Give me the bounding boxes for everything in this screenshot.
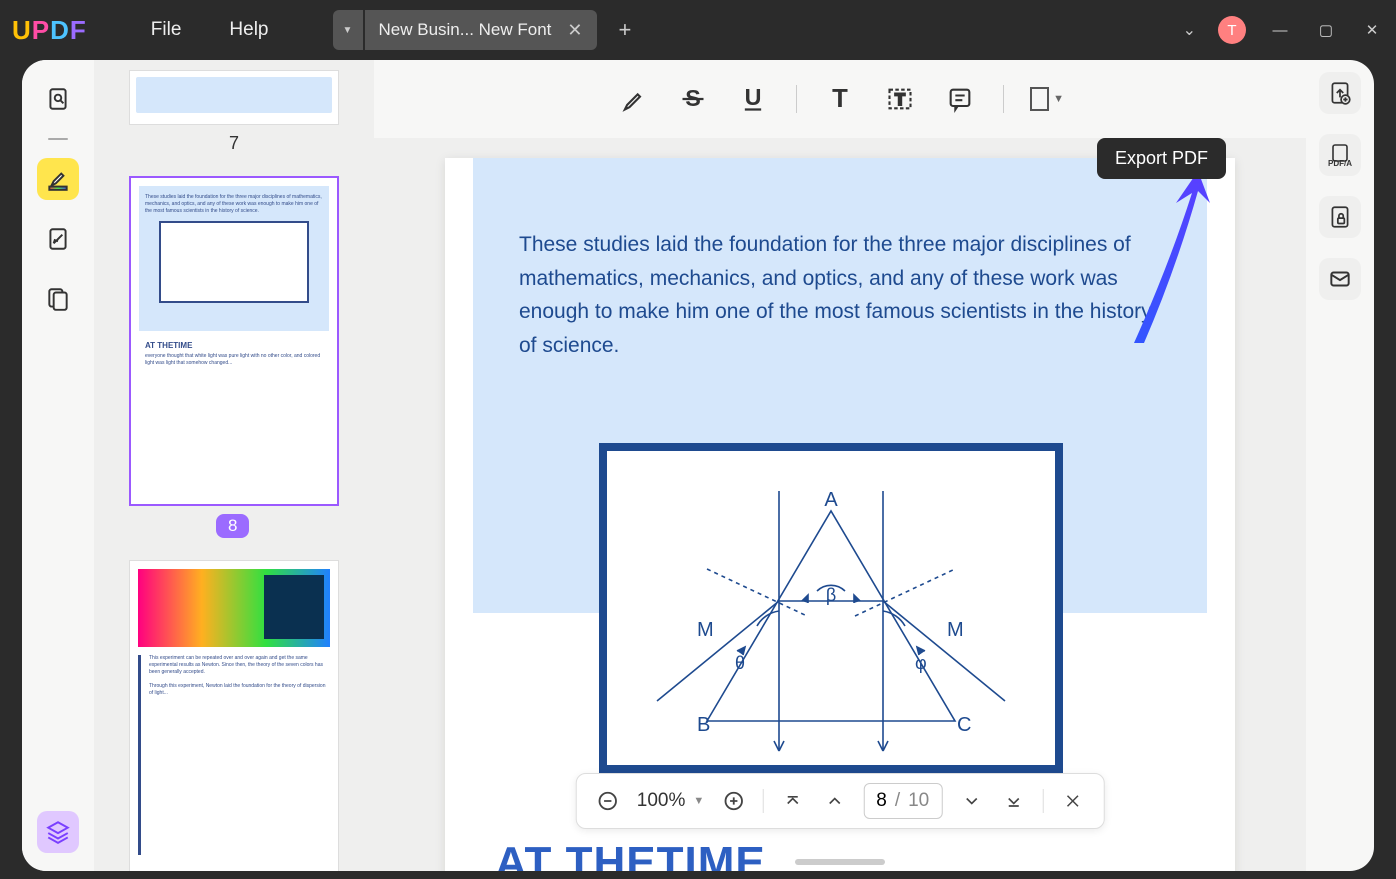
left-rail	[22, 60, 94, 871]
annotation-toolbar: S U T T ▼	[374, 60, 1306, 138]
strikethrough-tool[interactable]: S	[676, 82, 710, 116]
tab-title: New Busin... New Font	[379, 20, 552, 40]
pdf-page: These studies laid the foundation for th…	[445, 158, 1235, 871]
right-rail: PDF/A	[1306, 60, 1374, 871]
menu-help[interactable]: Help	[205, 19, 292, 41]
paragraph-text: These studies laid the foundation for th…	[519, 228, 1161, 362]
svg-text:M: M	[697, 619, 714, 641]
last-page-button[interactable]	[1000, 788, 1026, 814]
resize-handle[interactable]	[795, 859, 885, 865]
titlebar: UPDF File Help ▼ New Busin... New Font ✕…	[0, 0, 1396, 60]
zoom-display[interactable]: 100%▼	[637, 790, 705, 812]
rail-divider	[48, 138, 68, 140]
thumbnail-page-7[interactable]	[129, 70, 339, 125]
prism-diagram: A B C M M β θ φ	[599, 443, 1063, 773]
svg-text:θ: θ	[735, 653, 745, 673]
thumbnail-page-8[interactable]: These studies laid the foundation for th…	[129, 176, 339, 506]
app-logo: UPDF	[12, 15, 87, 46]
tab-dropdown[interactable]: ▼	[333, 10, 363, 50]
highlight-mode-button[interactable]	[37, 158, 79, 200]
shape-tool[interactable]: ▼	[1030, 82, 1064, 116]
thumbnail-number: 7	[124, 133, 344, 154]
protect-button[interactable]	[1319, 196, 1361, 238]
bar-separator	[1042, 789, 1043, 813]
main-area: S U T T ▼ These studies laid the foundat…	[374, 60, 1306, 871]
svg-text:φ: φ	[915, 653, 927, 673]
pdfa-button[interactable]: PDF/A	[1319, 134, 1361, 176]
layers-button[interactable]	[37, 811, 79, 853]
thumbnail-page-9[interactable]: This experiment can be repeated over and…	[129, 560, 339, 871]
close-tab-icon[interactable]: ✕	[567, 20, 582, 41]
toolbar-separator	[796, 85, 797, 113]
highlighter-tool[interactable]	[616, 82, 650, 116]
maximize-button[interactable]: ▢	[1314, 21, 1338, 39]
next-page-button[interactable]	[958, 788, 984, 814]
menu-file[interactable]: File	[127, 19, 206, 41]
note-tool[interactable]	[943, 82, 977, 116]
first-page-button[interactable]	[779, 788, 805, 814]
svg-text:T: T	[895, 91, 905, 109]
export-pdf-tooltip: Export PDF	[1097, 138, 1226, 179]
toolbar-separator	[1003, 85, 1004, 113]
account-dropdown[interactable]: ⌄	[1183, 20, 1196, 40]
page-number-input[interactable]: 8 / 10	[863, 783, 942, 819]
svg-text:T: T	[832, 85, 848, 113]
thumbnail-number-badge: 8	[216, 514, 249, 538]
app-frame: 7 These studies laid the foundation for …	[22, 60, 1374, 871]
textbox-tool[interactable]: T	[883, 82, 917, 116]
svg-text:β: β	[826, 585, 836, 605]
page-heading: AT THETIME	[495, 838, 766, 871]
pages-mode-button[interactable]	[37, 278, 79, 320]
underline-tool[interactable]: U	[736, 82, 770, 116]
svg-text:C: C	[957, 714, 971, 736]
user-avatar[interactable]: T	[1218, 16, 1246, 44]
window-controls: ⌄ T — ▢ ✕	[1183, 16, 1384, 44]
edit-mode-button[interactable]	[37, 218, 79, 260]
prev-page-button[interactable]	[821, 788, 847, 814]
minimize-button[interactable]: —	[1268, 22, 1292, 39]
export-pdf-button[interactable]	[1319, 72, 1361, 114]
svg-text:B: B	[697, 714, 710, 736]
share-button[interactable]	[1319, 258, 1361, 300]
page-control-bar: 100%▼ 8 / 10	[576, 773, 1105, 829]
close-bar-button[interactable]	[1059, 788, 1085, 814]
reader-mode-button[interactable]	[37, 78, 79, 120]
document-tab[interactable]: New Busin... New Font ✕	[365, 10, 597, 50]
svg-text:U: U	[745, 85, 762, 110]
text-tool[interactable]: T	[823, 82, 857, 116]
svg-text:A: A	[824, 489, 838, 511]
zoom-in-button[interactable]	[720, 788, 746, 814]
bar-separator	[762, 789, 763, 813]
square-icon	[1030, 87, 1049, 111]
thumbnail-panel[interactable]: 7 These studies laid the foundation for …	[94, 60, 374, 871]
close-button[interactable]: ✕	[1360, 21, 1384, 39]
tab-area: ▼ New Busin... New Font ✕ +	[333, 10, 632, 50]
zoom-out-button[interactable]	[595, 788, 621, 814]
svg-text:M: M	[947, 619, 964, 641]
document-viewport[interactable]: These studies laid the foundation for th…	[374, 138, 1306, 871]
add-tab-button[interactable]: +	[619, 17, 632, 43]
